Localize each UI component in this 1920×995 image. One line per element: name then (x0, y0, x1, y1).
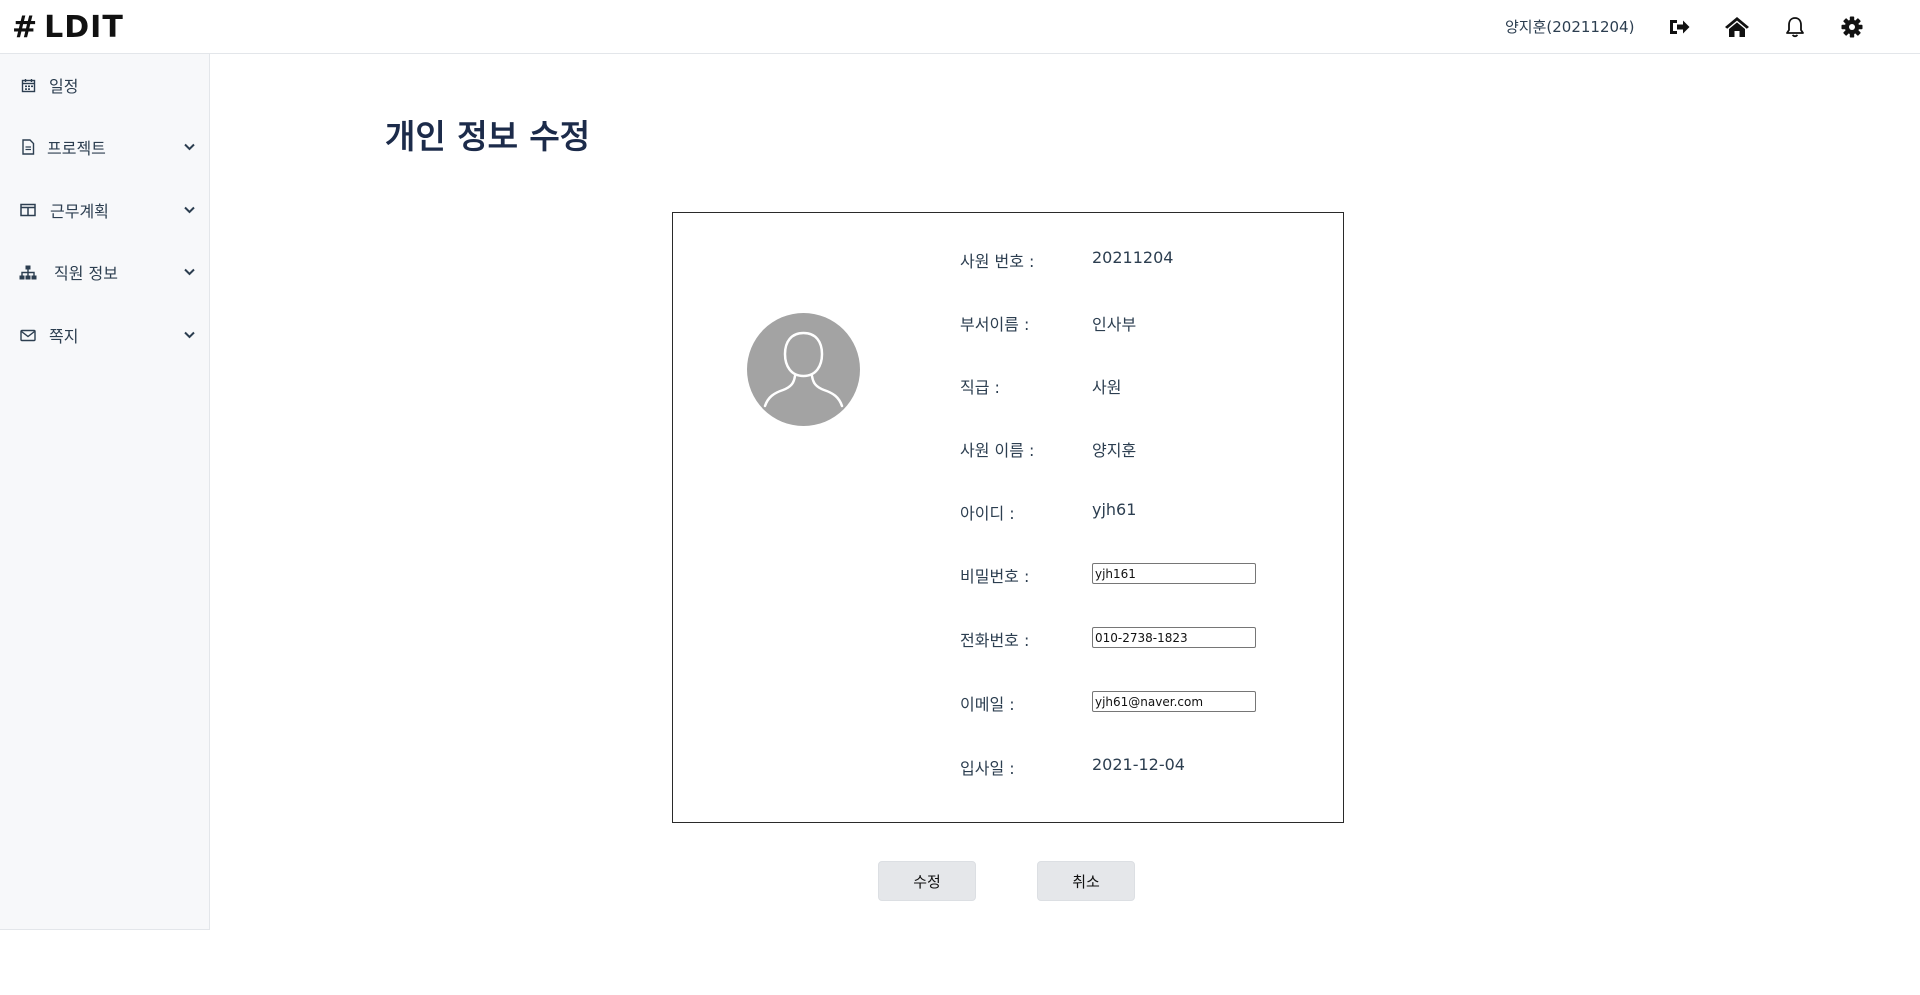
sidebar-item-schedule[interactable]: 일정 (0, 63, 210, 107)
password-field[interactable] (1092, 563, 1256, 584)
chevron-down-icon[interactable] (183, 204, 195, 216)
cancel-button[interactable]: 취소 (1037, 861, 1135, 901)
page-title: 개인 정보 수정 (385, 117, 591, 156)
position-label: 직급 : (960, 378, 1000, 397)
logo-text: LDIT (44, 9, 124, 45)
department-value: 인사부 (1092, 315, 1137, 334)
sidebar-item-employee-info[interactable]: 직원 정보 (0, 250, 210, 294)
chevron-down-icon[interactable] (183, 266, 195, 278)
employee-number-value: 20211204 (1092, 248, 1174, 267)
logo-hash-icon: # (12, 9, 39, 45)
department-label: 부서이름 : (960, 315, 1030, 334)
bell-icon[interactable] (1781, 13, 1809, 41)
file-icon (19, 138, 37, 156)
sidebar-item-project[interactable]: 프로젝트 (0, 125, 210, 169)
password-label: 비밀번호 : (960, 567, 1030, 586)
join-date-value: 2021-12-04 (1092, 755, 1185, 774)
envelope-icon (19, 326, 37, 344)
employee-name-value: 양지훈 (1092, 441, 1137, 460)
user-id-label: 아이디 : (960, 504, 1015, 523)
user-name[interactable]: 양지훈(20211204) (1505, 16, 1634, 37)
sitemap-icon (19, 263, 37, 281)
sidebar-item-work-plan[interactable]: 근무계획 (0, 188, 210, 232)
calendar-icon (19, 76, 37, 94)
join-date-label: 입사일 : (960, 759, 1015, 778)
sidebar-item-messages[interactable]: 쪽지 (0, 313, 210, 357)
chevron-down-icon[interactable] (183, 329, 195, 341)
sidebar-item-label: 근무계획 (50, 202, 109, 221)
home-icon[interactable] (1723, 13, 1751, 41)
sidebar-item-label: 프로젝트 (47, 139, 106, 158)
sidebar: 일정 프로젝트 근무계획 직원 정보 쪽지 (0, 54, 210, 930)
user-id-value: yjh61 (1092, 500, 1137, 519)
position-value: 사원 (1092, 378, 1122, 397)
email-label: 이메일 : (960, 695, 1015, 714)
phone-label: 전화번호 : (960, 631, 1030, 650)
user-silhouette-icon (763, 331, 844, 408)
email-field[interactable] (1092, 691, 1256, 712)
employee-number-label: 사원 번호 : (960, 252, 1035, 271)
gear-icon[interactable] (1838, 13, 1866, 41)
sidebar-item-label: 쪽지 (49, 327, 79, 346)
avatar (747, 313, 860, 426)
employee-name-label: 사원 이름 : (960, 441, 1035, 460)
chevron-down-icon[interactable] (183, 141, 195, 153)
sidebar-item-label: 일정 (49, 77, 79, 96)
logout-icon[interactable] (1665, 13, 1693, 41)
submit-button[interactable]: 수정 (878, 861, 976, 901)
phone-field[interactable] (1092, 627, 1256, 648)
table-icon (19, 201, 37, 219)
sidebar-item-label: 직원 정보 (54, 264, 118, 283)
top-bar: # LDIT 양지훈(20211204) (0, 0, 1920, 54)
logo[interactable]: # LDIT (12, 9, 124, 45)
